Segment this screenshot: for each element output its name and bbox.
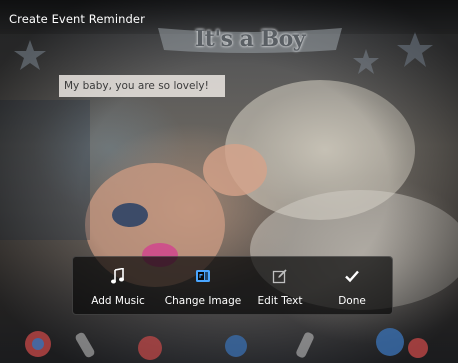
star-decoration-icon	[353, 49, 379, 74]
banner-title: It's a Boy	[194, 26, 306, 52]
edit-text-icon	[272, 269, 287, 284]
change-image-icon	[196, 270, 210, 282]
star-decoration-icon	[397, 32, 433, 67]
photo-frame-screen: Create Event Reminder It's a Boy My baby…	[0, 0, 458, 363]
change-image-button[interactable]: Change Image	[157, 257, 249, 316]
checkmark-icon	[345, 270, 359, 283]
action-toolbar: Add Music Change Image Edit Text Done	[72, 256, 393, 315]
done-label: Done	[338, 295, 366, 307]
change-image-label: Change Image	[164, 295, 242, 307]
add-music-button[interactable]: Add Music	[79, 257, 157, 316]
edit-text-button[interactable]: Edit Text	[249, 257, 311, 316]
star-decoration-icon	[14, 40, 46, 70]
music-note-icon	[111, 268, 124, 284]
caption-text[interactable]: My baby, you are so lovely!	[59, 75, 225, 97]
screen-title: Create Event Reminder	[9, 12, 145, 26]
done-button[interactable]: Done	[321, 257, 383, 316]
add-music-label: Add Music	[91, 295, 145, 307]
edit-text-label: Edit Text	[257, 295, 303, 307]
rattle-border-decoration	[25, 328, 428, 360]
